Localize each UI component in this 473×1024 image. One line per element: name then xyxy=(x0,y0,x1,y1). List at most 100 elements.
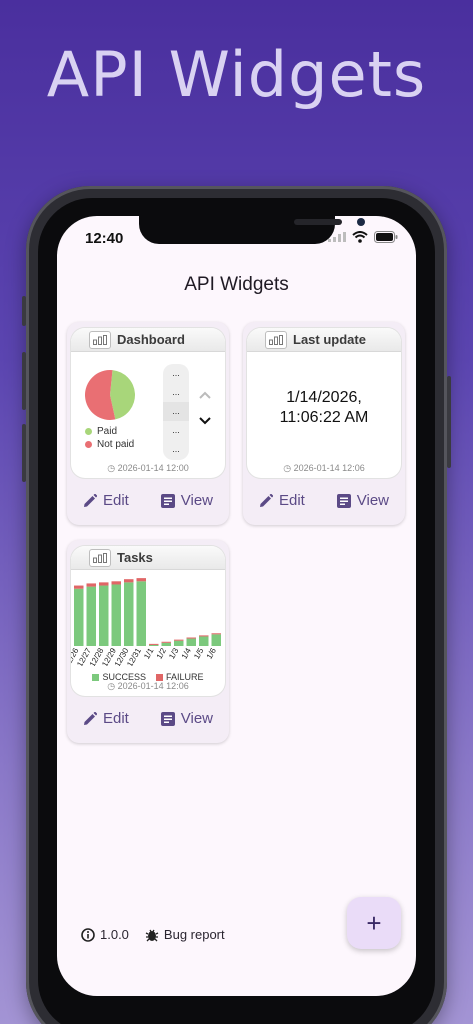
bar-failure-1-1 xyxy=(149,643,159,645)
widget-header: Last update xyxy=(247,328,401,352)
bar-failure-12-30 xyxy=(124,579,134,583)
list-item: ... xyxy=(163,402,189,421)
bar-success-1-4 xyxy=(186,638,196,646)
version-label: 1.0.0 xyxy=(100,927,129,942)
bar-success-12-30 xyxy=(124,582,134,646)
last-update-date: 1/14/2026, xyxy=(286,389,362,406)
x-tick-label: 1/3 xyxy=(167,646,181,661)
bar-success-12-28 xyxy=(99,585,109,646)
last-update-time: 11:06:22 AM xyxy=(279,409,369,426)
signal-icon xyxy=(328,232,346,242)
bar-chart-icon xyxy=(89,548,111,567)
bar-failure-1-5 xyxy=(199,635,209,637)
pencil-icon xyxy=(83,493,97,507)
edit-button[interactable]: Edit xyxy=(83,492,129,509)
list-item: ... xyxy=(172,444,180,454)
notch xyxy=(139,216,365,244)
footer: 1.0.0 Bug report xyxy=(81,927,225,942)
widget-timestamp: ◷ 2026-01-14 12:06 xyxy=(283,463,365,473)
x-tick-label: 1/4 xyxy=(180,646,194,661)
bar-failure-1-6 xyxy=(211,633,221,635)
last-update-value: 1/14/2026, 11:06:22 AM xyxy=(247,388,401,428)
chevron-up-icon[interactable] xyxy=(198,390,212,400)
edit-label: Edit xyxy=(278,492,305,509)
bar-failure-12-26 xyxy=(74,585,84,589)
bar-failure-12-27 xyxy=(86,583,96,587)
widget-title: Tasks xyxy=(117,550,153,565)
hero-title: API Widgets xyxy=(46,38,427,111)
x-tick-label: 1/2 xyxy=(155,646,169,661)
widget-preview-last-update[interactable]: Last update 1/14/2026, 11:06:22 AM ◷ 202… xyxy=(247,328,401,478)
legend-swatch-failure xyxy=(156,673,163,681)
app-title: API Widgets xyxy=(184,274,289,295)
bar-success-12-27 xyxy=(86,586,96,646)
legend-swatch-not-paid xyxy=(85,441,92,448)
view-label: View xyxy=(180,492,214,509)
article-icon xyxy=(160,711,175,726)
x-tick-label: 12/31 xyxy=(125,646,143,666)
x-tick-label: 1/1 xyxy=(142,646,156,661)
widget-card-last-update[interactable]: Last update 1/14/2026, 11:06:22 AM ◷ 202… xyxy=(243,322,405,525)
status-time: 12:40 xyxy=(85,230,124,247)
version-info[interactable]: 1.0.0 xyxy=(81,927,129,942)
edit-button[interactable]: Edit xyxy=(83,710,129,727)
widget-actions: Edit View xyxy=(67,710,229,727)
battery-icon xyxy=(374,231,398,243)
edit-label: Edit xyxy=(102,710,129,727)
x-tick-label: 1/6 xyxy=(205,646,219,661)
article-icon xyxy=(336,493,351,508)
pie-slice-paid xyxy=(110,370,135,420)
bar-failure-1-3 xyxy=(174,639,184,641)
add-widget-button[interactable]: + xyxy=(347,897,401,949)
plus-icon: + xyxy=(366,907,382,938)
bar-chart-icon xyxy=(89,330,111,349)
bar-success-12-26 xyxy=(74,588,84,646)
bar-failure-1-4 xyxy=(186,637,196,639)
widget-card-dashboard[interactable]: Dashboard Paid Not paid ... ... ... ... … xyxy=(67,322,229,525)
chevron-down-icon[interactable] xyxy=(198,416,212,426)
bar-success-1-3 xyxy=(174,640,184,646)
edit-label: Edit xyxy=(102,492,129,509)
app-screen: 12:40 API Widgets Dashboard Paid Not pai… xyxy=(57,216,416,996)
list-item: ... xyxy=(172,368,180,378)
tasks-bar-chart: 12/2612/2712/2812/2912/3012/31 1/1 1/2 1/3 1… xyxy=(71,578,221,666)
bug-report-link[interactable]: Bug report xyxy=(145,927,225,942)
widget-preview-dashboard[interactable]: Dashboard Paid Not paid ... ... ... ... … xyxy=(71,328,225,478)
widget-card-tasks[interactable]: Tasks 12/26 12/27 12/28 12/29 12/30 12/31 1/1 1… xyxy=(67,540,229,743)
widget-preview-tasks[interactable]: Tasks 12/26 12/27 12/28 12/29 12/30 12/31 1/1 1… xyxy=(71,546,225,696)
timestamp-text: 2026-01-14 12:06 xyxy=(293,463,365,473)
legend-swatch-paid xyxy=(85,428,92,435)
widget-header: Tasks xyxy=(71,546,225,570)
view-button[interactable]: View xyxy=(160,492,214,509)
view-button[interactable]: View xyxy=(336,492,389,509)
power-button xyxy=(447,376,451,468)
view-button[interactable]: View xyxy=(160,710,214,727)
bug-icon xyxy=(145,929,159,941)
widget-timestamp: ◷ 2026-01-14 12:00 xyxy=(107,463,189,473)
timestamp-text: 2026-01-14 12:06 xyxy=(117,681,189,691)
camera xyxy=(357,218,365,226)
pie-legend: Paid Not paid xyxy=(85,425,134,451)
bar-failure-12-28 xyxy=(99,582,109,586)
mute-switch xyxy=(22,296,26,326)
volume-up-button xyxy=(22,352,26,410)
widget-actions: Edit View xyxy=(67,492,229,509)
widget-actions: Edit View xyxy=(243,492,405,509)
pencil-icon xyxy=(83,711,97,725)
edit-button[interactable]: Edit xyxy=(259,492,305,509)
speaker xyxy=(294,219,342,225)
info-icon xyxy=(81,927,95,942)
widget-title: Dashboard xyxy=(117,332,185,347)
bar-success-12-31 xyxy=(136,581,146,646)
widget-title: Last update xyxy=(293,332,366,347)
legend-swatch-success xyxy=(92,673,100,681)
list-scroller[interactable]: ... ... ... ... ... xyxy=(163,364,189,460)
timestamp-text: 2026-01-14 12:00 xyxy=(117,463,189,473)
pie-chart xyxy=(84,370,135,420)
view-label: View xyxy=(180,710,214,727)
list-item: ... xyxy=(172,425,180,435)
status-icons xyxy=(328,231,398,243)
x-tick-label: 1/5 xyxy=(192,646,206,661)
article-icon xyxy=(160,493,175,508)
bar-success-12-29 xyxy=(111,584,121,646)
